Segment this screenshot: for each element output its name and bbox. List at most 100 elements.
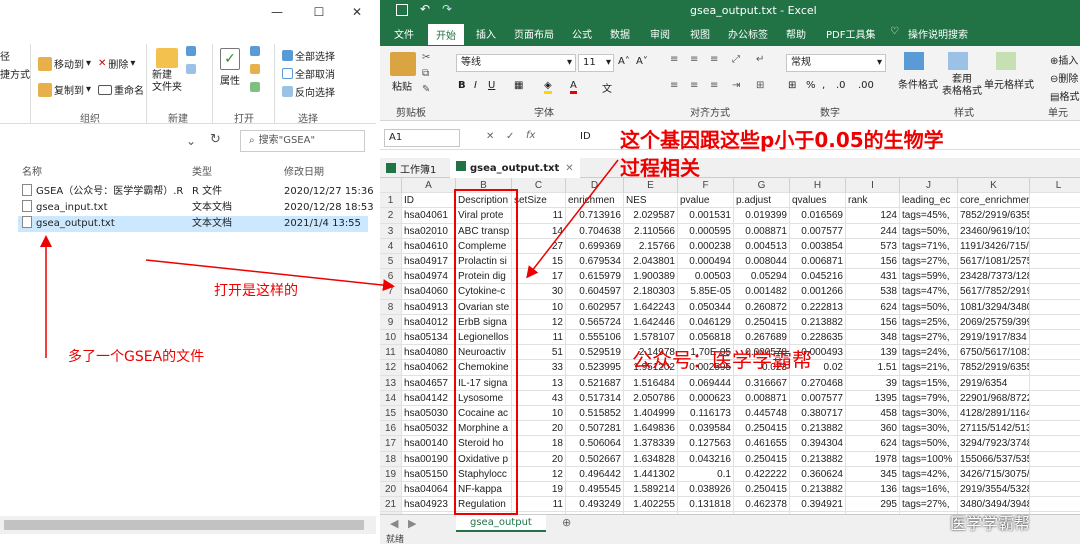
table-cell[interactable]: Steroid ho bbox=[456, 436, 512, 452]
table-cell[interactable]: 0.495545 bbox=[566, 482, 624, 498]
table-cell[interactable]: 0.250415 bbox=[734, 482, 790, 498]
table-cell[interactable]: Morphine a bbox=[456, 421, 512, 437]
file-row-gsea-input[interactable]: gsea_input.txt 文本文档 2020/12/28 18:53 bbox=[18, 200, 374, 216]
table-cell[interactable]: tags=79%, bbox=[900, 390, 958, 406]
table-cell[interactable]: 0.502667 bbox=[566, 451, 624, 467]
table-cell[interactable]: tags=50%, bbox=[900, 299, 958, 315]
table-cell[interactable]: 0.270468 bbox=[790, 375, 846, 391]
table-cell[interactable]: hsa04610 bbox=[402, 238, 456, 254]
row-header[interactable]: 19 bbox=[380, 466, 402, 482]
table-cell[interactable]: Cocaine ac bbox=[456, 406, 512, 422]
shrink-font-icon[interactable]: A˅ bbox=[636, 56, 648, 67]
table-cell[interactable]: 0.006871 bbox=[790, 254, 846, 270]
comma-icon[interactable]: , bbox=[822, 80, 825, 91]
table-cell[interactable]: 0.043216 bbox=[678, 451, 734, 467]
table-cell[interactable]: 156 bbox=[846, 314, 900, 330]
number-format-select[interactable]: 常规 ▾ bbox=[786, 54, 886, 72]
cell-style-icon[interactable] bbox=[996, 52, 1016, 70]
table-cell[interactable]: 1.402255 bbox=[624, 497, 678, 513]
refresh-icon[interactable]: ↻ bbox=[210, 132, 221, 147]
table-format-icon[interactable] bbox=[948, 52, 968, 70]
table-cell[interactable]: hsa00140 bbox=[402, 436, 456, 452]
table-cell[interactable]: Oxidative p bbox=[456, 451, 512, 467]
table-cell[interactable]: 0.008871 bbox=[734, 223, 790, 239]
row-header[interactable]: 9 bbox=[380, 314, 402, 330]
table-cell[interactable]: 0.008044 bbox=[734, 254, 790, 270]
tab-home[interactable]: 开始 bbox=[428, 24, 464, 45]
tab-page-layout[interactable]: 页面布局 bbox=[514, 26, 554, 41]
table-cell[interactable]: 3294/7923/374875/1109 bbox=[958, 436, 1030, 452]
paste-icon[interactable] bbox=[390, 52, 416, 76]
table-cell[interactable]: hsa05134 bbox=[402, 330, 456, 346]
table-cell[interactable]: Ovarian ste bbox=[456, 299, 512, 315]
table-cell[interactable]: 0.316667 bbox=[734, 375, 790, 391]
table-cell[interactable]: 27 bbox=[512, 238, 566, 254]
table-cell[interactable]: 6750/5617/1081/1910/1 bbox=[958, 345, 1030, 361]
column-header-type[interactable]: 类型 bbox=[192, 163, 212, 178]
table-cell[interactable]: 0.228635 bbox=[790, 330, 846, 346]
horizontal-scrollbar[interactable] bbox=[0, 516, 376, 534]
table-cell[interactable] bbox=[1030, 269, 1080, 285]
currency-icon[interactable]: ⊞ bbox=[788, 80, 796, 91]
table-cell[interactable]: 11 bbox=[512, 208, 566, 224]
table-cell[interactable]: 0.019399 bbox=[734, 208, 790, 224]
table-cell[interactable]: tags=71%, bbox=[900, 238, 958, 254]
row-header[interactable]: 3 bbox=[380, 223, 402, 239]
table-cell[interactable]: 4128/2891/116444 bbox=[958, 406, 1030, 422]
table-cell[interactable]: hsa04917 bbox=[402, 254, 456, 270]
table-cell[interactable]: tags=50%, bbox=[900, 436, 958, 452]
row-header[interactable]: 17 bbox=[380, 436, 402, 452]
table-cell[interactable] bbox=[1030, 239, 1080, 254]
row-header[interactable]: 12 bbox=[380, 360, 402, 376]
table-cell[interactable]: 0.016569 bbox=[790, 208, 846, 224]
tab-office-tabs[interactable]: 办公标签 bbox=[728, 26, 768, 41]
table-cell[interactable]: tags=16%, bbox=[900, 482, 958, 498]
row-header[interactable]: 20 bbox=[380, 482, 402, 498]
row-header[interactable]: 2 bbox=[380, 208, 402, 224]
paste-label[interactable]: 粘贴 bbox=[392, 78, 412, 93]
table-cell[interactable]: 0.213882 bbox=[790, 482, 846, 498]
table-cell[interactable]: 23428/7373/1288/4311/1 bbox=[958, 269, 1030, 285]
tab-help[interactable]: 帮助 bbox=[786, 26, 806, 41]
table-cell[interactable]: 0.394304 bbox=[790, 436, 846, 452]
scrollbar-thumb[interactable] bbox=[4, 520, 364, 530]
table-cell[interactable]: 155066/537/535/8992/49 bbox=[958, 451, 1030, 467]
table-cell[interactable]: 1.516484 bbox=[624, 375, 678, 391]
column-header[interactable]: L bbox=[1030, 178, 1080, 194]
decrease-decimal-icon[interactable]: .00 bbox=[858, 80, 874, 91]
table-cell[interactable]: 0.260872 bbox=[734, 299, 790, 315]
table-cell[interactable]: 0.222813 bbox=[790, 299, 846, 315]
table-cell[interactable]: 0.517314 bbox=[566, 390, 624, 406]
font-color-icon[interactable]: A bbox=[570, 80, 577, 94]
table-cell[interactable]: 0.521687 bbox=[566, 375, 624, 391]
edit-icon[interactable] bbox=[250, 64, 260, 74]
table-cell[interactable]: 0.615979 bbox=[566, 269, 624, 285]
row-header[interactable]: 15 bbox=[380, 406, 402, 422]
underline-icon[interactable]: U bbox=[488, 80, 495, 91]
tab-formulas[interactable]: 公式 bbox=[572, 26, 592, 41]
table-cell[interactable]: 0.360624 bbox=[790, 466, 846, 482]
fill-color-icon[interactable]: ◈ bbox=[544, 80, 552, 94]
new-folder-button[interactable]: 新建 文件夹 bbox=[152, 48, 182, 94]
table-cell[interactable]: 0.507281 bbox=[566, 421, 624, 437]
table-cell[interactable]: 2919/6354 bbox=[958, 375, 1030, 391]
cell-header[interactable]: leading_ec bbox=[900, 193, 958, 209]
table-cell[interactable]: 18 bbox=[512, 436, 566, 452]
table-cell[interactable]: 2919/3554/5328 bbox=[958, 482, 1030, 498]
table-cell[interactable]: 1.634828 bbox=[624, 451, 678, 467]
table-cell[interactable]: 0.000595 bbox=[678, 223, 734, 239]
table-cell[interactable]: 0.496442 bbox=[566, 466, 624, 482]
table-cell[interactable]: tags=45%, bbox=[900, 208, 958, 224]
conditional-format-icon[interactable] bbox=[904, 52, 924, 70]
table-cell[interactable]: 0.461655 bbox=[734, 436, 790, 452]
search-input[interactable]: ⌕ 搜索"GSEA" bbox=[240, 130, 365, 152]
table-cell[interactable]: 0.679534 bbox=[566, 254, 624, 270]
increase-decimal-icon[interactable]: .0 bbox=[836, 80, 846, 91]
table-cell[interactable]: 0.116173 bbox=[678, 406, 734, 422]
table-cell[interactable]: Protein dig bbox=[456, 269, 512, 285]
table-cell[interactable]: 0.529519 bbox=[566, 345, 624, 361]
table-cell[interactable]: Compleme bbox=[456, 238, 512, 254]
cut-icon[interactable]: ✂ bbox=[422, 52, 430, 63]
table-cell[interactable]: 1081/3294/3480/3949/1 bbox=[958, 299, 1030, 315]
table-cell[interactable]: 0.046129 bbox=[678, 314, 734, 330]
